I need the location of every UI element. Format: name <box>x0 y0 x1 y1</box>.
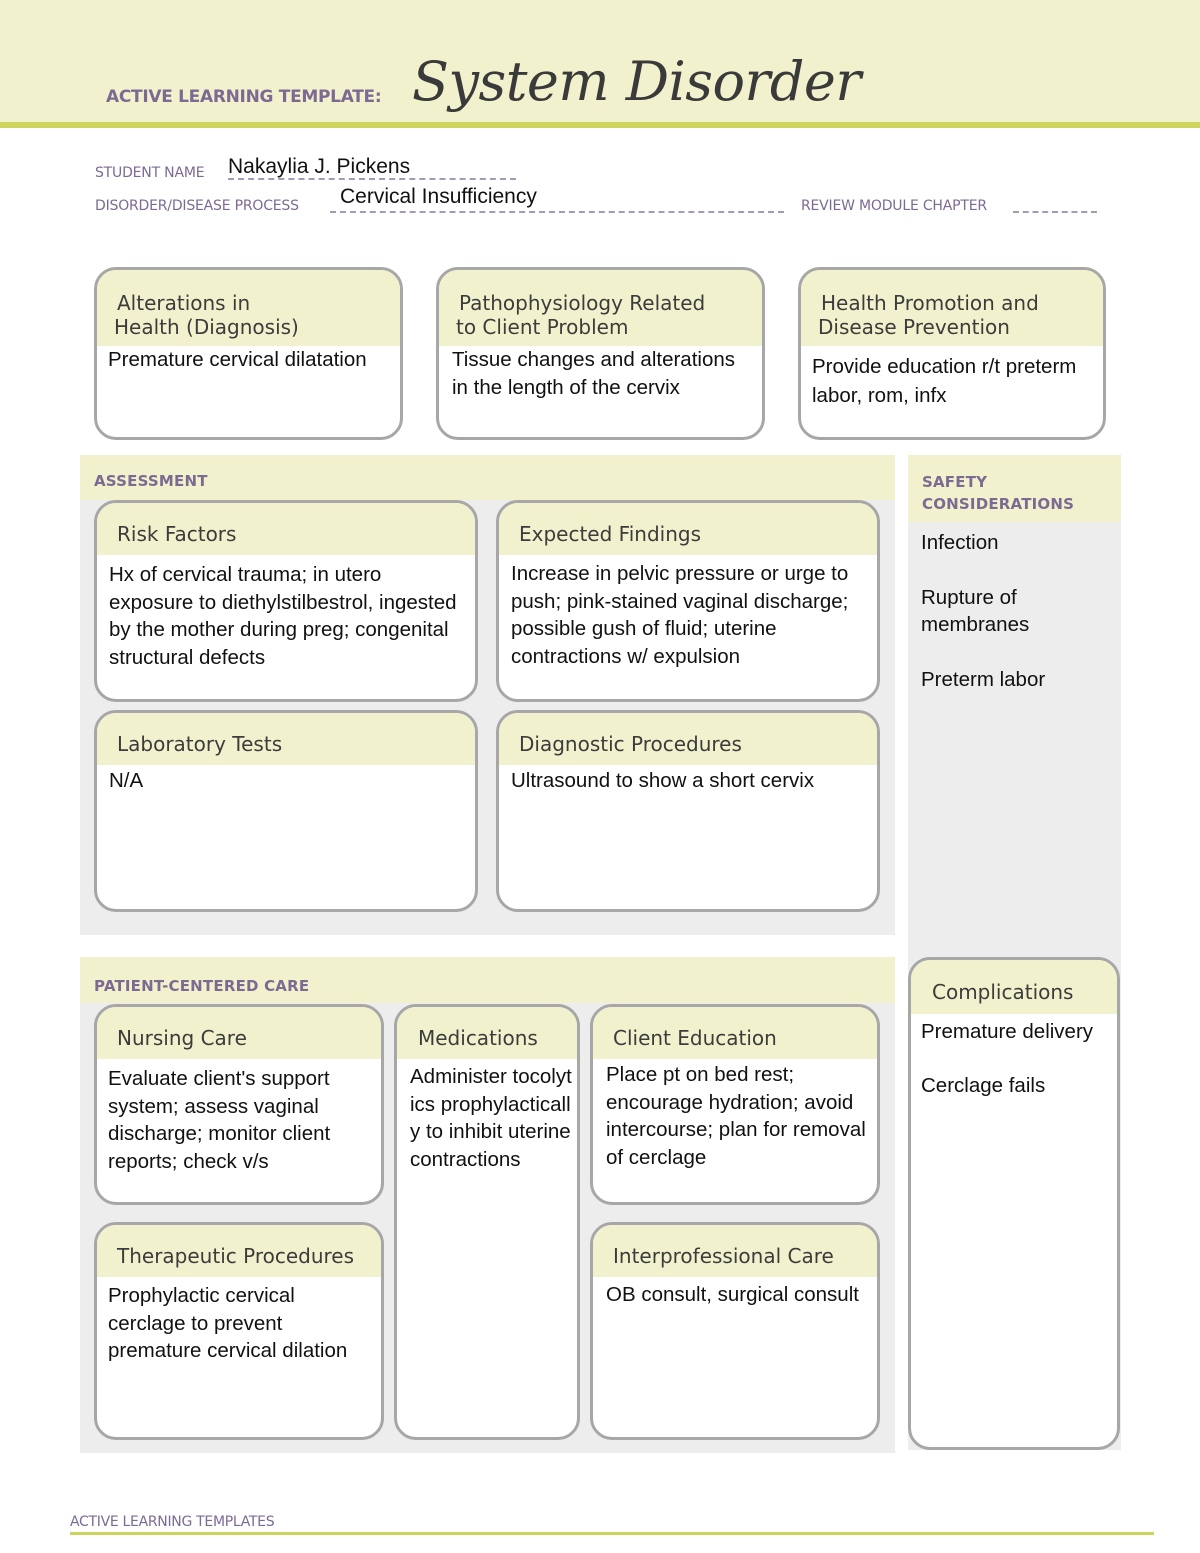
expected-findings-header: Expected Findings <box>499 503 877 555</box>
student-name-field[interactable]: Nakaylia J. Pickens <box>228 155 410 179</box>
laboratory-tests-box: Laboratory Tests N/A <box>94 710 478 912</box>
safety-item: Rupture of membranes <box>921 586 1030 636</box>
risk-factors-content[interactable]: Hx of cervical trauma; in utero exposure… <box>97 555 475 671</box>
expected-findings-content[interactable]: Increase in pelvic pressure or urge to p… <box>499 555 877 670</box>
footer-rule <box>70 1532 1154 1535</box>
risk-factors-header: Risk Factors <box>97 503 475 555</box>
health-promotion-title-line2: Disease Prevention <box>818 315 1010 339</box>
health-promotion-header: Health Promotion and Disease Prevention <box>801 270 1103 346</box>
alterations-title-line1: Alterations in <box>117 291 251 315</box>
nursing-care-header: Nursing Care <box>97 1007 381 1059</box>
health-promotion-box: Health Promotion and Disease Prevention … <box>798 267 1106 440</box>
health-promotion-content[interactable]: Provide education r/t preterm labor, rom… <box>801 346 1103 410</box>
alterations-in-health-header: Alterations in Health (Diagnosis) <box>97 270 400 346</box>
footer-label: ACTIVE LEARNING TEMPLATES <box>70 1514 275 1530</box>
alterations-title-line2: Health (Diagnosis) <box>114 315 299 339</box>
pathophysiology-title-line1: Pathophysiology Related <box>459 291 706 315</box>
interprofessional-care-box: Interprofessional Care OB consult, surgi… <box>590 1222 880 1440</box>
expected-findings-box: Expected Findings Increase in pelvic pre… <box>496 500 880 702</box>
complications-list[interactable]: Premature delivery Cerclage fails <box>911 1014 1117 1099</box>
therapeutic-procedures-content[interactable]: Prophylactic cervical cerclage to preven… <box>97 1277 381 1365</box>
nursing-care-content[interactable]: Evaluate client's support system; assess… <box>97 1059 381 1175</box>
patient-centered-care-label: PATIENT-CENTERED CARE <box>94 977 310 995</box>
therapeutic-procedures-box: Therapeutic Procedures Prophylactic cerv… <box>94 1222 384 1440</box>
pathophysiology-title-line2: to Client Problem <box>456 315 629 339</box>
pathophysiology-header: Pathophysiology Related to Client Proble… <box>439 270 762 346</box>
client-education-header: Client Education <box>593 1007 877 1059</box>
complications-box: Complications Premature delivery Cerclag… <box>908 957 1120 1450</box>
disorder-underline <box>330 211 784 213</box>
safety-label-line1: SAFETY <box>922 473 988 491</box>
medications-header: Medications <box>397 1007 577 1059</box>
therapeutic-procedures-header: Therapeutic Procedures <box>97 1225 381 1277</box>
interprofessional-care-content[interactable]: OB consult, surgical consult <box>593 1277 877 1309</box>
nursing-care-box: Nursing Care Evaluate client's support s… <box>94 1004 384 1205</box>
pathophysiology-content[interactable]: Tissue changes and alterations in the le… <box>439 346 762 401</box>
disorder-label: DISORDER/DISEASE PROCESS <box>95 198 299 214</box>
client-education-box: Client Education Place pt on bed rest; e… <box>590 1004 880 1205</box>
laboratory-tests-content[interactable]: N/A <box>97 765 475 795</box>
laboratory-tests-header: Laboratory Tests <box>97 713 475 765</box>
alterations-in-health-box: Alterations in Health (Diagnosis) Premat… <box>94 267 403 440</box>
header-rule <box>0 122 1200 128</box>
page-title: System Disorder <box>412 50 861 113</box>
alterations-in-health-content[interactable]: Premature cervical dilatation <box>97 346 400 374</box>
complication-item: Cerclage fails <box>921 1074 1046 1097</box>
diagnostic-procedures-box: Diagnostic Procedures Ultrasound to show… <box>496 710 880 912</box>
safety-label-line2: CONSIDERATIONS <box>922 495 1075 513</box>
student-name-label: STUDENT NAME <box>95 165 205 181</box>
interprofessional-care-header: Interprofessional Care <box>593 1225 877 1277</box>
assessment-label: ASSESSMENT <box>94 472 208 490</box>
client-education-content[interactable]: Place pt on bed rest; encourage hydratio… <box>593 1059 877 1171</box>
diagnostic-procedures-content[interactable]: Ultrasound to show a short cervix <box>499 765 877 795</box>
safety-item: Preterm labor <box>921 668 1046 691</box>
complications-header: Complications <box>911 960 1117 1014</box>
safety-label: SAFETY CONSIDERATIONS <box>922 471 1074 515</box>
review-module-label: REVIEW MODULE CHAPTER <box>801 198 987 214</box>
complication-item: Premature delivery <box>921 1020 1094 1043</box>
diagnostic-procedures-header: Diagnostic Procedures <box>499 713 877 765</box>
safety-item: Infection <box>921 531 999 554</box>
health-promotion-title-line1: Health Promotion and <box>821 291 1039 315</box>
medications-content[interactable]: Administer tocolytics prophylactically t… <box>397 1059 577 1173</box>
safety-considerations-list[interactable]: Infection Rupture of membranes Preterm l… <box>921 529 1101 721</box>
template-label: ACTIVE LEARNING TEMPLATE: <box>106 87 382 107</box>
pathophysiology-box: Pathophysiology Related to Client Proble… <box>436 267 765 440</box>
disorder-field[interactable]: Cervical Insufficiency <box>340 185 537 209</box>
risk-factors-box: Risk Factors Hx of cervical trauma; in u… <box>94 500 478 702</box>
medications-box: Medications Administer tocolytics prophy… <box>394 1004 580 1440</box>
review-module-field[interactable] <box>1013 211 1097 213</box>
